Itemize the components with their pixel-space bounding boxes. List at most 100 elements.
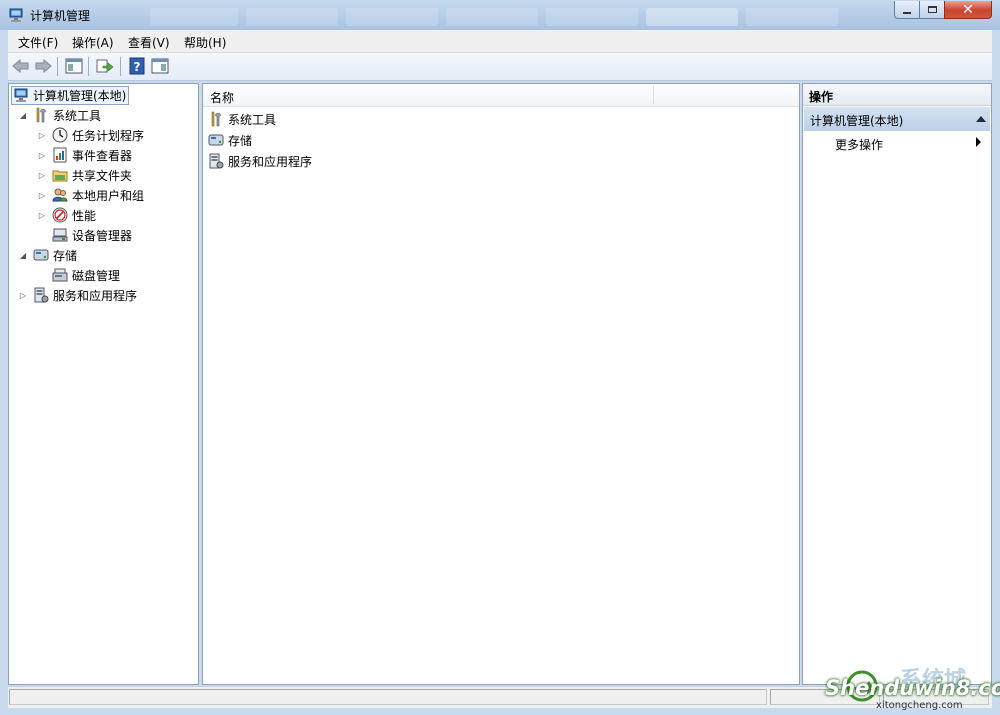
actions-header: 操作 (803, 84, 991, 106)
tree-node-storage[interactable]: 存储 (33, 246, 77, 264)
tree-node-event-viewer[interactable]: 事件查看器 (52, 146, 132, 164)
list-item-label: 存储 (228, 133, 253, 148)
close-button[interactable]: ✕ (944, 1, 992, 19)
help-icon: ? (129, 57, 145, 75)
background-taskbar-ghost (150, 8, 238, 26)
computer-management-window: 计算机管理 ✕ 文件(F) 操作(A) 查看(V) 帮助(H) ? 计算机管理(… (0, 0, 1000, 715)
storage-icon (33, 249, 49, 261)
list-item[interactable]: 存储 (208, 130, 252, 150)
export-list-button[interactable] (95, 56, 115, 76)
tree-node-services-apps[interactable]: 服务和应用程序 (33, 286, 137, 304)
tree-node-local-users[interactable]: 本地用户和组 (52, 186, 144, 204)
menu-file[interactable]: 文件(F) (18, 34, 58, 51)
tree-label-root: 计算机管理(本地) (33, 88, 127, 103)
list-item-label: 系统工具 (228, 112, 277, 127)
computer-management-icon (9, 8, 23, 22)
show-hide-action-pane-icon (151, 58, 169, 74)
expand-arrow-icon[interactable]: ▷ (37, 206, 47, 224)
toolbar-separator (57, 57, 58, 76)
background-taskbar-ghost (446, 8, 538, 26)
shared-folder-icon (52, 170, 68, 182)
tree-label-performance: 性能 (72, 208, 97, 223)
maximize-icon (927, 6, 937, 13)
performance-icon (52, 207, 68, 223)
maximize-button[interactable] (919, 1, 945, 19)
list-item[interactable]: 系统工具 (208, 109, 276, 129)
forward-arrow-icon (35, 58, 52, 74)
export-list-icon (96, 59, 114, 73)
expand-arrow-icon[interactable]: ▷ (37, 186, 47, 204)
column-divider[interactable] (653, 86, 654, 104)
watermark-subtext: xitongcheng.com (876, 700, 963, 711)
actions-pane: 操作 计算机管理(本地) 更多操作 (802, 83, 992, 685)
expand-arrow-icon[interactable]: ▷ (37, 166, 47, 184)
services-apps-icon (34, 287, 49, 303)
menu-help[interactable]: 帮助(H) (184, 34, 226, 51)
tree-label-storage: 存储 (53, 248, 78, 263)
menu-view[interactable]: 查看(V) (128, 34, 170, 51)
minimize-button[interactable] (894, 1, 920, 19)
minimize-icon (903, 11, 911, 14)
actions-title: 操作 (809, 90, 834, 104)
background-taskbar-ghost (346, 8, 438, 26)
computer-management-icon (14, 88, 28, 102)
status-cell (9, 689, 767, 705)
tree-node-performance[interactable]: 性能 (52, 206, 96, 224)
column-header: 名称 (203, 84, 799, 107)
collapse-up-icon[interactable] (976, 116, 986, 122)
tree-label-shared-folders: 共享文件夹 (72, 168, 133, 183)
help-button[interactable]: ? (127, 56, 147, 76)
tree-node-system-tools[interactable]: 系统工具 (33, 106, 101, 124)
list-item[interactable]: 服务和应用程序 (208, 151, 312, 171)
show-hide-tree-button[interactable] (64, 56, 84, 76)
back-arrow-icon (12, 58, 29, 74)
services-apps-icon (209, 153, 224, 169)
tree-label-disk-management: 磁盘管理 (72, 268, 121, 283)
tree-node-task-scheduler[interactable]: 任务计划程序 (52, 126, 144, 144)
menu-bar: 文件(F) 操作(A) 查看(V) 帮助(H) (8, 30, 992, 53)
storage-icon (208, 134, 224, 146)
background-taskbar-ghost (646, 8, 738, 26)
collapse-arrow-icon[interactable]: ◢ (18, 246, 28, 264)
collapse-arrow-icon[interactable]: ◢ (18, 106, 28, 124)
users-group-icon (52, 188, 68, 202)
content-list-pane[interactable]: 名称 系统工具 存储 服务和应用程序 (202, 83, 800, 685)
more-actions-item[interactable]: 更多操作 (835, 136, 883, 153)
background-taskbar-ghost (246, 8, 338, 26)
submenu-arrow-icon[interactable] (976, 137, 981, 147)
tree-label-services-apps: 服务和应用程序 (53, 288, 138, 303)
show-hide-action-pane-button[interactable] (150, 56, 170, 76)
tree-node-disk-management[interactable]: 磁盘管理 (52, 266, 120, 284)
actions-group-label: 计算机管理(本地) (810, 114, 904, 128)
tree-label-event-viewer: 事件查看器 (72, 148, 133, 163)
tree-label-local-users: 本地用户和组 (72, 188, 145, 203)
disk-management-icon (52, 268, 68, 282)
clock-icon (52, 127, 68, 143)
watermark-text: Shenduwin8.com (825, 676, 1000, 700)
expand-arrow-icon[interactable]: ▷ (37, 146, 47, 164)
back-button[interactable] (11, 56, 31, 76)
window-title: 计算机管理 (30, 9, 91, 23)
tree-node-shared-folders[interactable]: 共享文件夹 (52, 166, 132, 184)
tree-node-root[interactable]: 计算机管理(本地) (11, 85, 130, 105)
toolbar: ? (8, 53, 992, 81)
toolbar-separator (88, 57, 89, 76)
forward-button[interactable] (33, 56, 53, 76)
expand-arrow-icon[interactable]: ▷ (18, 286, 28, 304)
expand-arrow-icon[interactable]: ▷ (37, 126, 47, 144)
column-header-name[interactable]: 名称 (210, 89, 234, 106)
tree-label-task-scheduler: 任务计划程序 (72, 128, 145, 143)
tree-node-device-manager[interactable]: 设备管理器 (52, 226, 132, 244)
navigation-tree-pane[interactable]: 计算机管理(本地) ◢ 系统工具 ▷ 任务计划程序 ▷ 事件查看器 ▷ 共享文件… (8, 83, 199, 685)
list-item-label: 服务和应用程序 (228, 154, 313, 169)
background-taskbar-ghost (746, 8, 838, 26)
tree-label-system-tools: 系统工具 (53, 108, 102, 123)
title-bar[interactable]: 计算机管理 ✕ (0, 0, 1000, 30)
close-icon: ✕ (962, 1, 974, 18)
tools-icon (211, 111, 221, 127)
event-log-icon (53, 147, 67, 163)
svg-text:?: ? (134, 60, 141, 74)
show-hide-tree-icon (65, 58, 83, 74)
menu-action[interactable]: 操作(A) (72, 34, 114, 51)
actions-group-header[interactable]: 计算机管理(本地) (804, 107, 990, 131)
